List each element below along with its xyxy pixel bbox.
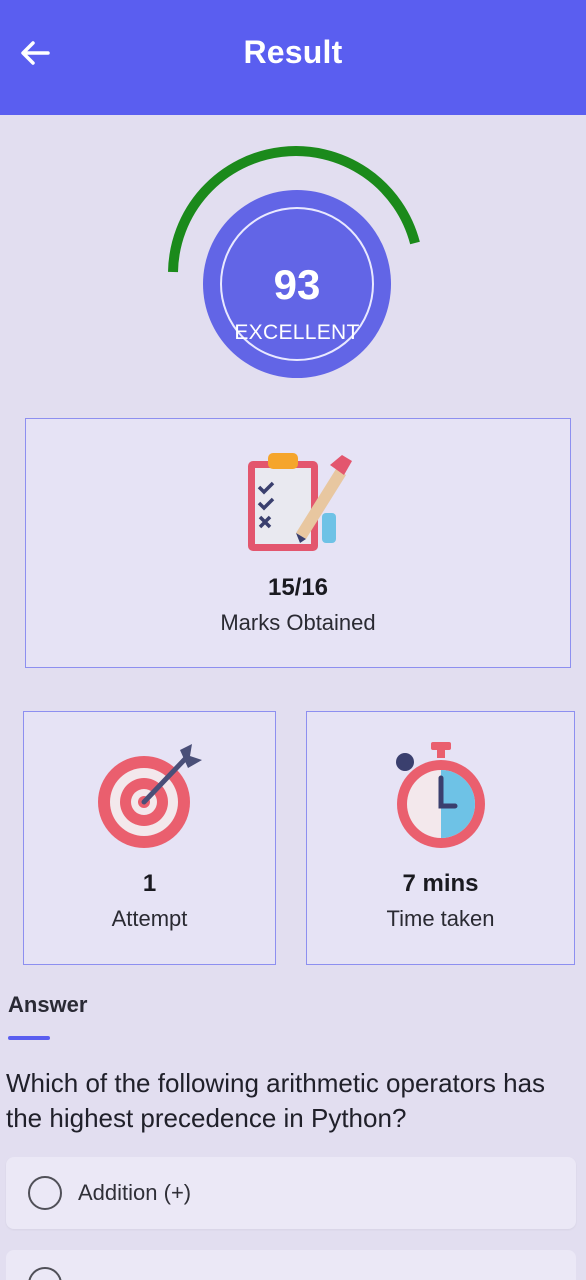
answer-option[interactable]: Addition (+) <box>6 1157 576 1229</box>
time-value: 7 mins <box>402 870 479 897</box>
app-bar: Result <box>0 0 586 115</box>
option-radio-partial[interactable] <box>28 1267 62 1280</box>
page-title: Result <box>243 34 343 70</box>
score-gauge: 93 EXCELLENT <box>160 145 430 385</box>
score-grade: EXCELLENT <box>234 321 360 344</box>
time-label: Time taken <box>386 906 495 931</box>
stopwatch-icon <box>396 742 485 848</box>
marks-value: 15/16 <box>267 574 329 601</box>
attempt-label: Attempt <box>111 906 188 931</box>
option-label: Addition (+) <box>78 1180 192 1205</box>
time-card: 7 mins Time taken <box>306 711 575 965</box>
marks-card: 15/16 Marks Obtained <box>25 418 571 668</box>
clipboard-checklist-icon <box>248 453 352 551</box>
attempt-value: 1 <box>142 870 157 897</box>
score-circle: 93 EXCELLENT <box>203 190 391 378</box>
option-radio[interactable] <box>28 1176 62 1210</box>
attempt-card: 1 Attempt <box>23 711 276 965</box>
target-icon <box>98 744 202 848</box>
answer-section-title: Answer <box>8 992 88 1017</box>
score-inner-ring: 93 EXCELLENT <box>220 207 374 361</box>
score-value: 93 <box>273 261 321 308</box>
section-underline <box>8 1036 50 1040</box>
answer-option-partial[interactable] <box>6 1250 576 1280</box>
marks-label: Marks Obtained <box>220 610 376 635</box>
question-text: Which of the following arithmetic operat… <box>6 1068 546 1133</box>
